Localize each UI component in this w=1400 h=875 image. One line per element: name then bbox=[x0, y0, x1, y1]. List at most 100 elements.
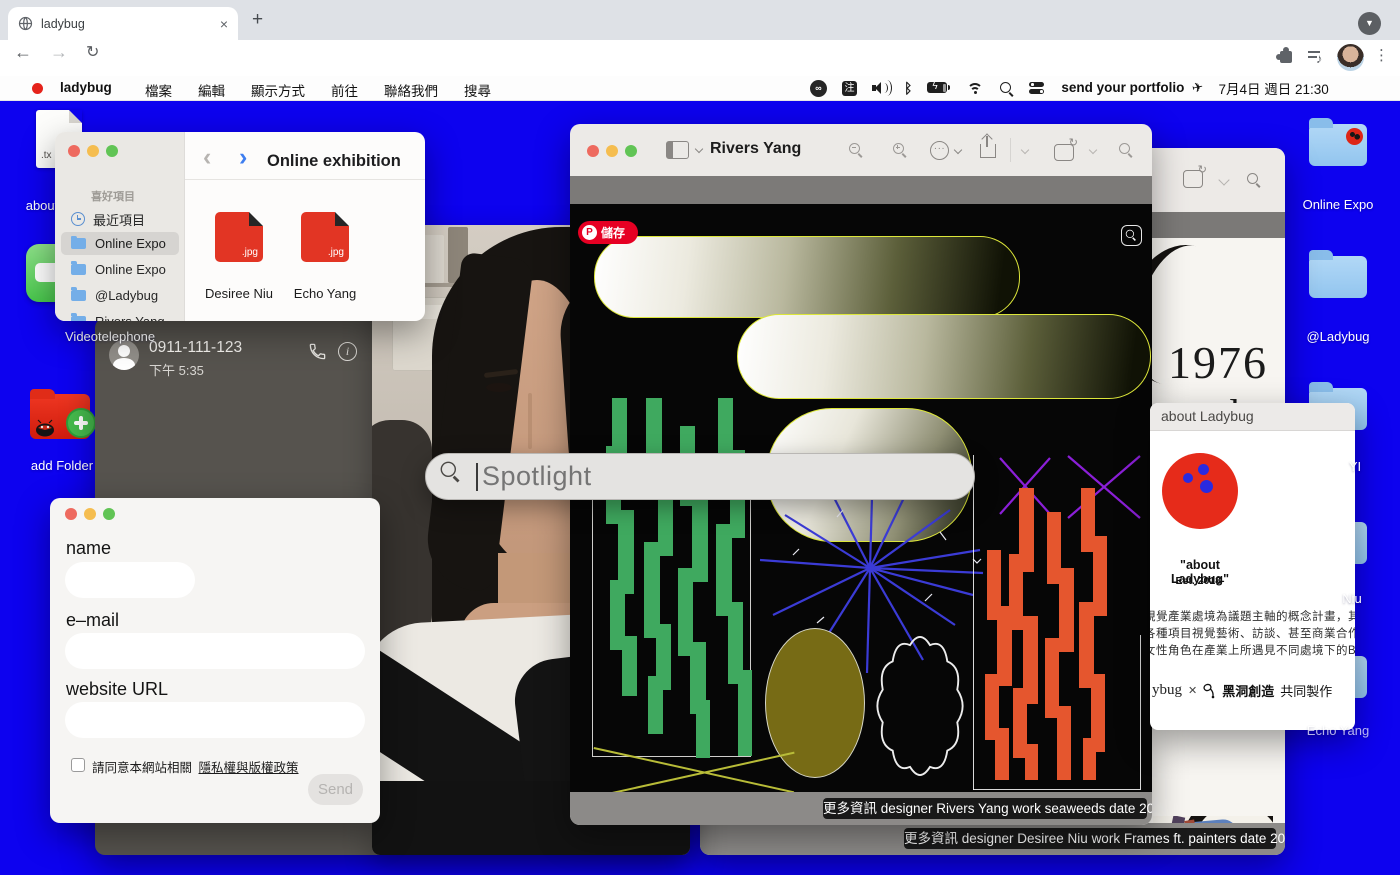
finder-divider bbox=[185, 179, 425, 180]
browser-menu-icon[interactable]: ⋮ bbox=[1374, 46, 1389, 64]
browser-tab-strip: ladybug × + ▼ bbox=[0, 0, 1400, 40]
add-folder-label[interactable]: add Folder bbox=[28, 458, 96, 473]
email-label: e–mail bbox=[66, 610, 120, 630]
back-button[interactable]: ← bbox=[14, 42, 32, 63]
videotelephone-label[interactable]: Videotelephone bbox=[10, 329, 180, 344]
menu-item-file[interactable]: 檔案 bbox=[145, 80, 172, 100]
ime-icon[interactable]: 注 bbox=[842, 80, 857, 96]
about-header[interactable]: about Ladybug bbox=[1150, 403, 1355, 431]
spotlight-input[interactable] bbox=[480, 460, 974, 493]
close-button[interactable] bbox=[587, 145, 599, 157]
sidebar-item-recents[interactable]: 最近項目 bbox=[63, 208, 179, 230]
menubar-datetime[interactable]: 7月4日 週日 21:30 bbox=[1218, 78, 1328, 98]
file-echo[interactable]: .jpg Echo Yang bbox=[287, 212, 363, 304]
minimize-button[interactable] bbox=[87, 145, 99, 157]
extensions-puzzle-icon[interactable] bbox=[1276, 47, 1292, 63]
apple-dot-icon[interactable] bbox=[32, 83, 43, 94]
finder-window: 喜好項目 最近項目 Online Expo Online Expo @Ladyb… bbox=[55, 132, 425, 321]
folder-label-at-ladybug[interactable]: @Ladybug bbox=[1296, 329, 1380, 344]
control-center-icon[interactable] bbox=[1029, 82, 1046, 94]
phone-icon[interactable] bbox=[308, 342, 327, 361]
desiree-caption: 更多資訊 designer Desiree Niu work Frames ft… bbox=[904, 828, 1285, 849]
menu-item-contact[interactable]: 聯絡我們 bbox=[384, 80, 438, 100]
email-input[interactable] bbox=[65, 633, 365, 669]
menu-item-view[interactable]: 顯示方式 bbox=[251, 80, 305, 100]
desktop-icon-add-folder[interactable] bbox=[30, 386, 96, 450]
sidebar-item-online-expo-selected[interactable]: Online Expo bbox=[61, 232, 179, 255]
menu-item-search[interactable]: 搜尋 bbox=[464, 80, 491, 100]
sidebar-item-online-expo-2[interactable]: Online Expo bbox=[63, 258, 179, 280]
tab-search-button[interactable]: ▼ bbox=[1358, 12, 1381, 35]
x-mark: ✕ bbox=[1188, 685, 1198, 697]
credit-suffix: 共同製作 bbox=[1280, 684, 1333, 699]
profile-avatar[interactable] bbox=[1337, 44, 1364, 71]
nav-forward-icon[interactable]: › bbox=[239, 143, 247, 172]
website-url-input[interactable] bbox=[65, 702, 365, 738]
desktop-folder-at-ladybug[interactable] bbox=[1309, 250, 1367, 298]
chevron-down-icon[interactable] bbox=[1218, 174, 1230, 186]
fullscreen-button[interactable] bbox=[625, 145, 637, 157]
clock-icon bbox=[71, 212, 85, 226]
folder-label-online-expo[interactable]: Online Expo bbox=[1296, 197, 1380, 212]
fullscreen-button[interactable] bbox=[103, 508, 115, 520]
wifi-icon[interactable] bbox=[966, 82, 984, 95]
minimize-button[interactable] bbox=[606, 145, 618, 157]
media-playlist-icon[interactable]: ♪ bbox=[1308, 49, 1325, 66]
credit-brand[interactable]: 黑洞創造 bbox=[1222, 681, 1274, 700]
fullscreen-button[interactable] bbox=[106, 145, 118, 157]
nav-back-icon[interactable]: ‹ bbox=[203, 143, 211, 172]
name-input[interactable] bbox=[65, 562, 195, 598]
close-button[interactable] bbox=[68, 145, 80, 157]
share-icon[interactable] bbox=[980, 133, 996, 158]
preview-search-icon[interactable] bbox=[1118, 142, 1134, 158]
creative-cloud-icon[interactable]: ∞ bbox=[810, 79, 827, 97]
forward-button[interactable]: → bbox=[50, 42, 68, 63]
visual-lookup-icon[interactable] bbox=[1121, 225, 1142, 246]
volume-icon[interactable] bbox=[872, 80, 892, 96]
sidebar-item-rivers-yang[interactable]: Rivers Yang bbox=[63, 310, 179, 321]
menu-item-go[interactable]: 前往 bbox=[331, 80, 358, 100]
send-button[interactable]: Send bbox=[308, 774, 363, 805]
folder-label-niu[interactable]: Niu bbox=[1334, 591, 1370, 606]
reload-button[interactable]: ↻ bbox=[86, 42, 99, 62]
about-window: about Ladybug "about Ladybug" Est. 2018-… bbox=[1150, 403, 1355, 730]
rivers-caption-bar: 更多資訊 designer Rivers Yang work seaweeds … bbox=[570, 792, 1152, 825]
browser-tab[interactable]: ladybug × bbox=[8, 7, 238, 40]
rivers-titlebar: Rivers Yang ··· ↻ bbox=[570, 124, 1152, 176]
chevron-down-icon[interactable] bbox=[694, 144, 704, 154]
info-icon[interactable]: i bbox=[338, 342, 357, 361]
sidebar-item-at-ladybug[interactable]: @Ladybug bbox=[63, 284, 179, 306]
menubar-app-name[interactable]: ladybug bbox=[60, 80, 112, 95]
folder-label-echo-yang[interactable]: Echo Yang bbox=[1294, 723, 1382, 738]
new-tab-button[interactable]: + bbox=[252, 9, 263, 31]
preview-search-icon[interactable] bbox=[1246, 172, 1262, 188]
chevron-down-icon[interactable] bbox=[953, 145, 963, 155]
white-divider-line bbox=[973, 455, 974, 790]
menu-item-edit[interactable]: 編輯 bbox=[198, 80, 225, 100]
minimize-button[interactable] bbox=[84, 508, 96, 520]
zoom-in-icon[interactable] bbox=[892, 142, 908, 158]
desktop-folder-online-expo[interactable] bbox=[1309, 118, 1367, 166]
zoom-out-icon[interactable] bbox=[848, 142, 864, 158]
search-icon[interactable] bbox=[999, 81, 1014, 96]
browser-toolbar: ← → ↻ ladybug2021.com ☆ ♪ ⋮ bbox=[0, 40, 1400, 112]
agree-checkbox[interactable] bbox=[71, 758, 85, 772]
folder-label-yi[interactable]: YI bbox=[1340, 459, 1370, 474]
send-portfolio-link[interactable]: send your portfolio ✈ bbox=[1061, 79, 1204, 96]
bluetooth-icon[interactable]: ᛒ bbox=[904, 80, 912, 96]
chevron-down-icon[interactable] bbox=[1020, 145, 1030, 155]
pinterest-save-button[interactable]: P 儲存 bbox=[578, 221, 638, 244]
chevron-down-icon[interactable] bbox=[1088, 145, 1098, 155]
tab-close-icon[interactable]: × bbox=[220, 16, 228, 32]
rotate-icon[interactable]: ↻ bbox=[1054, 137, 1078, 161]
rotate-icon[interactable]: ↻ bbox=[1183, 164, 1207, 188]
more-options-icon[interactable]: ··· bbox=[930, 141, 949, 160]
policy-link[interactable]: 隱私權與版權政策 bbox=[199, 761, 299, 775]
file-desiree[interactable]: .jpg Desiree Niu bbox=[201, 212, 277, 304]
screen: ladybug × + ▼ ← → ↻ ladybug2021.com ☆ ♪ … bbox=[0, 0, 1400, 875]
battery-icon[interactable]: ϟ bbox=[927, 81, 951, 94]
spotlight-bar[interactable] bbox=[425, 453, 975, 500]
close-button[interactable] bbox=[65, 508, 77, 520]
sidebar-toggle-icon[interactable] bbox=[666, 141, 689, 159]
capsule-shape bbox=[737, 314, 1151, 399]
